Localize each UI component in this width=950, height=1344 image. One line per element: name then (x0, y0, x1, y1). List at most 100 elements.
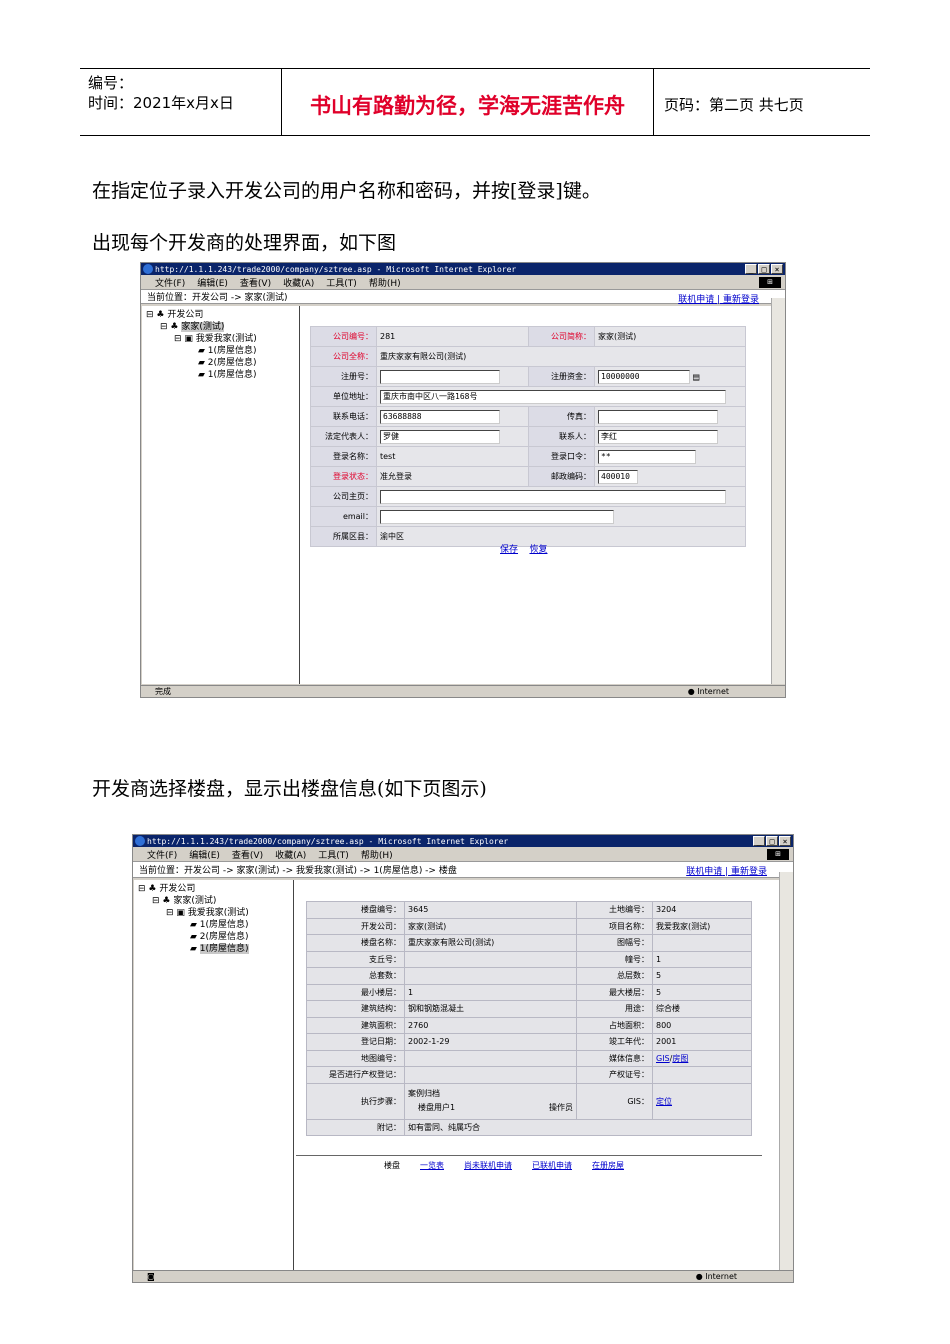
table-row: 支丘号： 幢号： 1 (306, 950, 752, 968)
tree-node-root[interactable]: ⊟ ♣ 开发公司 (138, 883, 289, 895)
table-row: 地图编号： 媒体信息： GIS/房图 (306, 1049, 752, 1067)
menu-file[interactable]: 文件(F) (147, 848, 177, 861)
field-label: 产权证号： (576, 1066, 653, 1084)
page-content: ⊟ ♣ 开发公司 ⊟ ♣ 家家(测试) ⊟ ▣ 我爱我家(测试) ▰ 1(房屋信… (142, 306, 772, 684)
table-row: 附记： 如有雷同、纯属巧合 (306, 1118, 752, 1136)
minimize-button[interactable]: _ (753, 836, 765, 846)
company-no-label: 公司编号： (310, 326, 377, 347)
menu-edit[interactable]: 编辑(E) (189, 848, 220, 861)
floor-plan-link[interactable]: 房图 (672, 1054, 688, 1063)
field-label: 总套数： (306, 967, 405, 985)
locate-link[interactable]: 定位 (656, 1097, 672, 1106)
exec-line1: 案例归档 (408, 1089, 440, 1098)
online-apply-link[interactable]: 联机申请 (678, 295, 714, 305)
tree-node-house-2[interactable]: ▰ 2(房屋信息) (146, 357, 295, 369)
menu-favorites[interactable]: 收藏(A) (275, 848, 306, 861)
picker-icon[interactable]: ▤ (693, 372, 701, 381)
field-label: 最大楼层： (576, 983, 653, 1001)
location-bar: 当前位置：开发公司 -> 家家(测试) 联机申请 | 重新登录 (141, 290, 785, 305)
field-value: 1 (652, 950, 752, 968)
contact-label: 联系人： (528, 426, 595, 447)
phone-input[interactable]: 63688888 (380, 409, 500, 424)
list-link[interactable]: 一览表 (420, 1160, 444, 1171)
homepage-input[interactable] (380, 489, 726, 504)
applied-link[interactable]: 已联机申请 (532, 1160, 572, 1171)
field-label: 用途： (576, 1000, 653, 1018)
tree-node-house-1[interactable]: ▰ 1(房屋信息) (146, 345, 295, 357)
header-links: 联机申请 | 重新登录 (678, 295, 759, 305)
registered-houses-link[interactable]: 在册房屋 (592, 1160, 624, 1171)
menu-bar: 文件(F) 编辑(E) 查看(V) 收藏(A) 工具(T) 帮助(H) ⊞ (141, 275, 785, 290)
relogin-link[interactable]: 重新登录 (723, 295, 759, 305)
minimize-button[interactable]: _ (745, 264, 757, 274)
field-label: 总层数： (576, 967, 653, 985)
table-row: 最小楼层： 1 最大楼层： 5 (306, 983, 752, 1001)
field-label: 媒体信息： (576, 1049, 653, 1067)
maximize-button[interactable]: □ (758, 264, 770, 274)
not-applied-link[interactable]: 尚未联机申请 (464, 1160, 512, 1171)
close-button[interactable]: × (771, 264, 783, 274)
legal-input[interactable]: 罗健 (380, 429, 500, 444)
field-label: 图幅号： (576, 934, 653, 952)
email-input[interactable] (380, 509, 614, 524)
reg-no-input[interactable] (380, 369, 500, 384)
field-value (404, 1066, 577, 1084)
restore-link[interactable]: 恢复 (529, 545, 547, 555)
window-title: http://1.1.1.243/trade2000/company/sztre… (155, 264, 517, 274)
vertical-scrollbar[interactable] (771, 298, 785, 684)
menu-favorites[interactable]: 收藏(A) (283, 276, 314, 289)
field-value: 钢和钢筋混凝土 (404, 1000, 577, 1018)
password-input[interactable]: ** (598, 449, 696, 464)
gis-media-link[interactable]: GIS (656, 1054, 670, 1063)
relogin-link[interactable]: 重新登录 (731, 867, 767, 877)
tree-node-house-1[interactable]: ▰ 1(房屋信息) (138, 919, 289, 931)
windows-logo-icon: ⊞ (767, 849, 789, 860)
maximize-button[interactable]: □ (766, 836, 778, 846)
menu-view[interactable]: 查看(V) (232, 848, 263, 861)
table-row: 登记日期： 2002-1-29 竣工年代： 2001 (306, 1033, 752, 1051)
short-name-value: 家家(测试) (594, 326, 746, 347)
menu-help[interactable]: 帮助(H) (361, 848, 393, 861)
table-row: 总套数： 总层数： 5 (306, 967, 752, 985)
fax-input[interactable] (598, 409, 718, 424)
address-input[interactable]: 重庆市南中区八一路168号 (380, 389, 726, 404)
menu-bar: 文件(F) 编辑(E) 查看(V) 收藏(A) 工具(T) 帮助(H) ⊞ (133, 847, 793, 862)
paragraph-select-building: 开发商选择楼盘，显示出楼盘信息(如下页图示) (92, 778, 487, 800)
contact-input[interactable]: 李红 (598, 429, 718, 444)
save-link[interactable]: 保存 (500, 545, 518, 555)
phone-label: 联系电话： (310, 406, 377, 427)
vertical-scrollbar[interactable] (779, 872, 793, 1270)
menu-edit[interactable]: 编辑(E) (197, 276, 228, 289)
password-label: 登录口令： (528, 446, 595, 467)
remark-value: 如有雷同、纯属巧合 (404, 1118, 752, 1136)
tree-node-root[interactable]: ⊟ ♣ 开发公司 (146, 309, 295, 321)
tree-node-project[interactable]: ⊟ ▣ 我爱我家(测试) (146, 333, 295, 345)
menu-tools[interactable]: 工具(T) (318, 848, 349, 861)
tree-panel: ⊟ ♣ 开发公司 ⊟ ♣ 家家(测试) ⊟ ▣ 我爱我家(测试) ▰ 1(房屋信… (134, 880, 294, 1270)
menu-tools[interactable]: 工具(T) (326, 276, 357, 289)
menu-view[interactable]: 查看(V) (240, 276, 271, 289)
menu-file[interactable]: 文件(F) (155, 276, 185, 289)
field-value: 综合楼 (652, 1000, 752, 1018)
internet-zone: ● Internet (687, 687, 729, 696)
menu-help[interactable]: 帮助(H) (369, 276, 401, 289)
slogan: 书山有路勤为径，学海无涯苦作舟 (282, 69, 654, 135)
tree-node-house-3[interactable]: ▰ 1(房屋信息) (138, 943, 289, 955)
table-row: 开发公司： 家家(测试) 项目名称： 我爱我家(测试) (306, 917, 752, 935)
status-bar: 完成 ● Internet (141, 685, 785, 697)
close-button[interactable]: × (779, 836, 791, 846)
capital-input[interactable]: 10000000 (598, 369, 690, 384)
tree-node-house-3[interactable]: ▰ 1(房屋信息) (146, 369, 295, 381)
table-row: 建筑面积： 2760 占地面积： 800 (306, 1016, 752, 1034)
tree-node-project[interactable]: ⊟ ▣ 我爱我家(测试) (138, 907, 289, 919)
postcode-input[interactable]: 400010 (598, 469, 638, 484)
field-value (404, 950, 577, 968)
time-label: 时间：2021年x月x日 (88, 94, 234, 112)
capital-label: 注册资金： (528, 366, 595, 387)
field-value: 2760 (404, 1016, 577, 1034)
tree-node-house-2[interactable]: ▰ 2(房屋信息) (138, 931, 289, 943)
gis-value: 定位 (652, 1082, 752, 1120)
online-apply-link[interactable]: 联机申请 (686, 867, 722, 877)
tree-node-company[interactable]: ⊟ ♣ 家家(测试) (146, 321, 295, 333)
tree-node-company[interactable]: ⊟ ♣ 家家(测试) (138, 895, 289, 907)
